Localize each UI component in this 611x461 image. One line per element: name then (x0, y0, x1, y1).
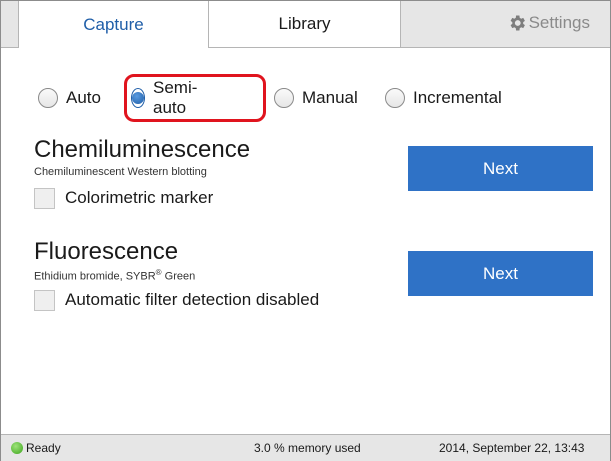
auto-filter-label: Automatic filter detection disabled (65, 290, 320, 309)
status-state: Ready (11, 441, 61, 455)
chemi-next-button[interactable]: Next (408, 146, 593, 191)
tab-library-label: Library (278, 14, 331, 33)
fluor-subtitle-pre: Ethidium bromide, SYBR (34, 270, 156, 283)
fluor-subtitle: Ethidium bromide, SYBR® Green (34, 268, 195, 283)
status-state-label: Ready (26, 441, 61, 455)
chemi-subtitle: Chemiluminescent Western blotting (34, 166, 207, 178)
tab-settings[interactable]: Settings (401, 1, 610, 47)
tab-capture-label: Capture (83, 14, 144, 34)
tab-library[interactable]: Library (209, 1, 401, 47)
memory-usage: 3.0 % memory used (254, 441, 361, 455)
tab-capture[interactable]: Capture (18, 1, 209, 48)
colorimetric-marker-label: Colorimetric marker (65, 188, 214, 207)
mode-auto-label: Auto (66, 88, 101, 107)
mode-incremental-label: Incremental (413, 88, 502, 107)
radio-incremental[interactable] (385, 88, 405, 108)
fluor-next-button[interactable]: Next (408, 251, 593, 296)
radio-semi-auto[interactable] (131, 88, 145, 108)
colorimetric-marker-option[interactable]: Colorimetric marker (34, 186, 213, 210)
status-bar: Ready 3.0 % memory used 2014, September … (1, 434, 610, 461)
status-led-icon (11, 442, 23, 454)
fluor-subtitle-post: Green (161, 270, 196, 283)
mode-semi-auto[interactable]: Semi-auto (131, 78, 203, 117)
mode-manual[interactable]: Manual (274, 83, 358, 113)
mode-semi-auto-label: Semi-auto (153, 78, 198, 117)
mode-manual-label: Manual (302, 88, 358, 107)
fluor-title: Fluorescence (34, 238, 179, 265)
mode-auto[interactable]: Auto (38, 83, 101, 113)
tab-settings-label: Settings (528, 13, 590, 32)
tab-bar: Capture Library Settings (1, 1, 610, 48)
radio-auto[interactable] (38, 88, 58, 108)
auto-filter-checkbox[interactable] (34, 289, 55, 311)
status-datetime: 2014, September 22, 13:43 (439, 441, 585, 455)
mode-incremental[interactable]: Incremental (385, 83, 502, 113)
app-window: Capture Library Settings Auto Semi-auto … (0, 0, 611, 461)
radio-manual[interactable] (274, 88, 294, 108)
chemi-title: Chemiluminescence (34, 136, 251, 163)
gear-icon (510, 15, 525, 31)
colorimetric-marker-checkbox[interactable] (34, 187, 55, 209)
auto-filter-option[interactable]: Automatic filter detection disabled (34, 288, 319, 312)
